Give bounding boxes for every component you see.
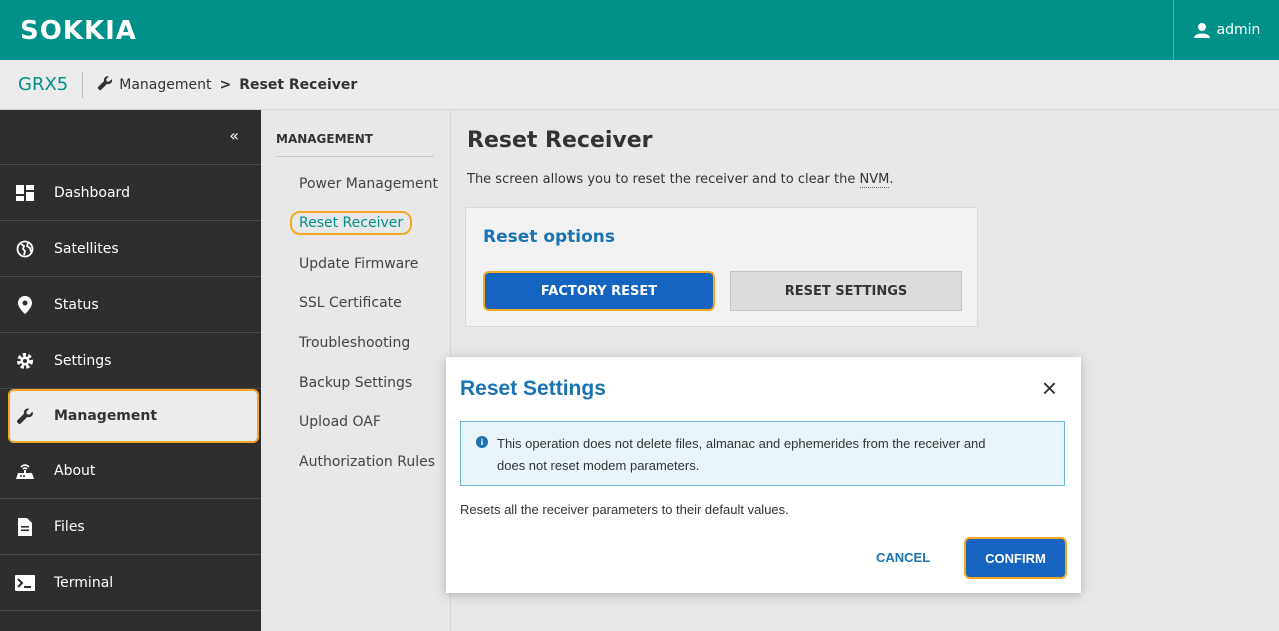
reset-settings-button[interactable]: RESET SETTINGS (730, 271, 962, 311)
breadcrumb-current: Reset Receiver (239, 76, 358, 93)
submenu-item-authorization-rules[interactable]: Authorization Rules (299, 454, 435, 470)
username: admin (1216, 22, 1261, 38)
collapse-sidebar-button[interactable]: « (0, 110, 261, 165)
alert-line-2: does not reset modem parameters. (497, 458, 700, 473)
description-text: The screen allows you to reset the recei… (467, 172, 860, 187)
submenu-item-update-firmware[interactable]: Update Firmware (299, 256, 418, 272)
dialog-title: Reset Settings (460, 377, 606, 400)
card-title: Reset options (483, 227, 616, 247)
gear-icon (14, 352, 36, 370)
file-icon (14, 517, 36, 536)
reset-options-card: Reset options FACTORY RESET RESET SETTIN… (465, 207, 978, 327)
receiver-icon (14, 462, 36, 480)
submenu-heading: MANAGEMENT (276, 132, 434, 157)
sidebar-item-terminal[interactable]: Terminal (0, 555, 261, 611)
sidebar-item-about[interactable]: About (0, 443, 261, 499)
alert-line-1: This operation does not delete files, al… (497, 436, 986, 451)
page-title: Reset Receiver (467, 128, 653, 153)
breadcrumb-management[interactable]: Management (119, 77, 211, 93)
submenu-item-ssl-certificate[interactable]: SSL Certificate (299, 295, 402, 311)
breadcrumb-separator: > (219, 76, 232, 93)
user-icon (1193, 22, 1211, 38)
sidebar-item-label: Settings (54, 352, 112, 369)
factory-reset-button[interactable]: FACTORY RESET (483, 271, 715, 311)
management-submenu: MANAGEMENT Power Management Reset Receiv… (261, 110, 451, 631)
sidebar-item-label: Dashboard (54, 184, 130, 201)
sidebar-item-label: Terminal (54, 574, 114, 591)
breadcrumb: Management > Reset Receiver (97, 75, 357, 95)
submenu-item-power-management[interactable]: Power Management (299, 176, 438, 192)
sidebar-item-management[interactable]: Management (8, 389, 259, 443)
sidebar-item-files[interactable]: Files (0, 499, 261, 555)
top-bar: SOKKIA admin (0, 0, 1279, 60)
dashboard-icon (14, 184, 36, 201)
submenu-item-reset-receiver[interactable]: Reset Receiver (290, 211, 413, 235)
confirm-button[interactable]: CONFIRM (964, 537, 1067, 579)
submenu-item-troubleshooting[interactable]: Troubleshooting (299, 335, 410, 351)
wrench-icon (97, 75, 113, 95)
info-alert: i This operation does not delete files, … (460, 421, 1065, 486)
cancel-button[interactable]: CANCEL (876, 550, 930, 565)
reset-settings-dialog: Reset Settings × i This operation does n… (446, 357, 1081, 593)
description-period: . (889, 172, 894, 187)
sidebar-item-label: Satellites (54, 240, 119, 257)
sidebar: « Dashboard Satellites Status Settings M… (0, 110, 261, 631)
info-icon: i (476, 436, 488, 448)
sidebar-item-satellites[interactable]: Satellites (0, 221, 261, 277)
sidebar-item-label: Management (54, 408, 158, 424)
page-description: The screen allows you to reset the recei… (467, 172, 894, 188)
sidebar-item-label: Files (54, 518, 85, 535)
close-icon[interactable]: × (1042, 375, 1057, 401)
sidebar-item-label: About (54, 462, 96, 479)
double-chevron-left-icon: « (229, 126, 239, 145)
sidebar-item-settings[interactable]: Settings (0, 333, 261, 389)
submenu-item-backup-settings[interactable]: Backup Settings (299, 375, 412, 391)
submenu-item-upload-oaf[interactable]: Upload OAF (299, 414, 381, 430)
sidebar-item-status[interactable]: Status (0, 277, 261, 333)
nvm-abbreviation[interactable]: NVM (859, 172, 890, 188)
sidebar-item-dashboard[interactable]: Dashboard (0, 165, 261, 221)
sidebar-item-label: Status (54, 296, 99, 313)
wrench-icon (14, 407, 36, 425)
device-name: GRX5 (18, 71, 84, 98)
dialog-description: Resets all the receiver parameters to th… (460, 502, 789, 517)
sokkia-logo[interactable]: SOKKIA (20, 16, 137, 46)
location-pin-icon (14, 295, 36, 314)
globe-icon (14, 240, 36, 258)
terminal-icon (14, 574, 36, 591)
breadcrumb-bar: GRX5 Management > Reset Receiver (0, 60, 1279, 110)
user-menu[interactable]: admin (1173, 0, 1279, 60)
